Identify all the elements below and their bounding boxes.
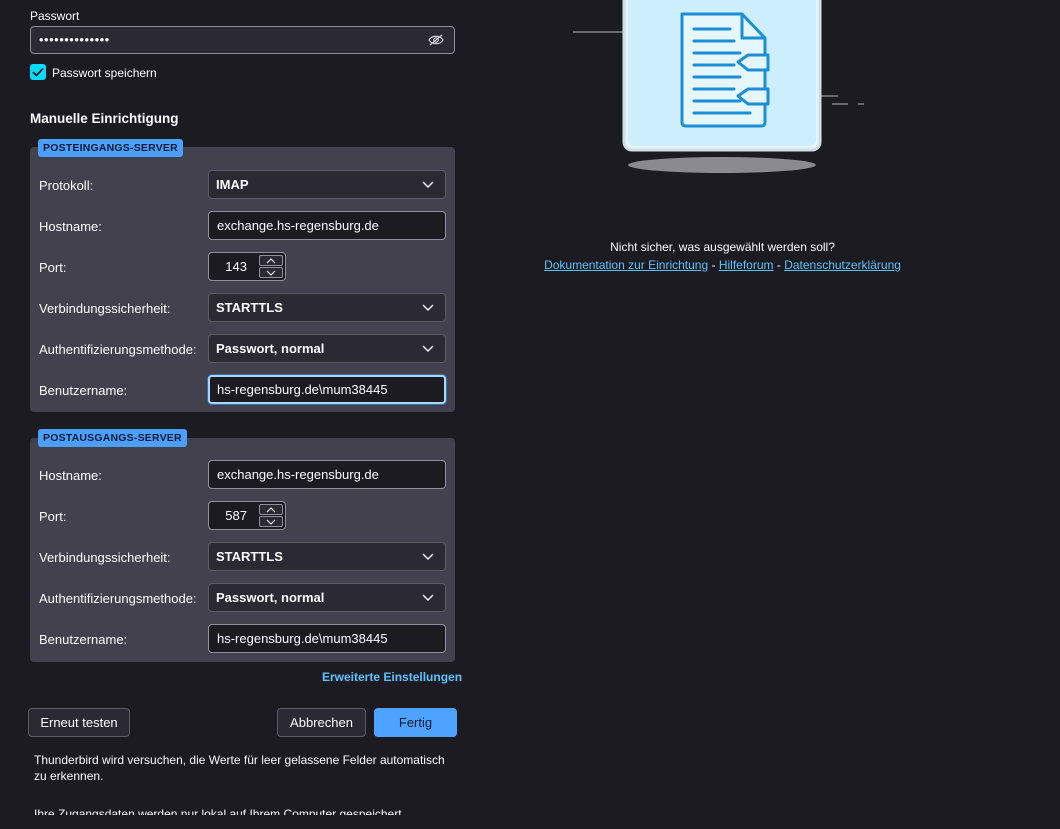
link-separator: - — [773, 258, 785, 272]
chevron-down-icon — [422, 181, 434, 188]
incoming-protocol-label: Protokoll: — [39, 178, 94, 193]
outgoing-auth-label: Authentifizierungsmethode: — [39, 591, 197, 606]
port-decrement-button[interactable] — [259, 267, 283, 278]
outgoing-port-value: 587 — [225, 508, 247, 523]
outgoing-security-label: Verbindungssicherheit: — [39, 550, 171, 565]
outgoing-auth-value: Passwort, normal — [216, 590, 325, 605]
chevron-down-icon — [422, 594, 434, 601]
cancel-button[interactable]: Abbrechen — [277, 708, 366, 737]
password-field[interactable]: •••••••••••••• — [30, 26, 455, 54]
outgoing-username-input[interactable]: hs-regensburg.de\mum38445 — [208, 624, 446, 653]
incoming-server-badge: POSTEINGANGS-SERVER — [38, 139, 183, 157]
outgoing-hostname-label: Hostname: — [39, 468, 102, 483]
incoming-username-input[interactable]: hs-regensburg.de\mum38445 — [208, 375, 446, 404]
chevron-down-icon — [266, 270, 276, 276]
incoming-port-input[interactable]: 143 — [208, 252, 286, 281]
help-forum-link[interactable]: Hilfeforum — [719, 258, 774, 272]
chevron-down-icon — [266, 519, 276, 525]
chevron-down-icon — [422, 345, 434, 352]
port-increment-button[interactable] — [259, 504, 283, 515]
save-password-label[interactable]: Passwort speichern — [52, 66, 157, 80]
save-password-checkbox[interactable] — [30, 64, 46, 80]
privacy-policy-link[interactable]: Datenschutzerklärung — [784, 258, 901, 272]
incoming-hostname-value: exchange.hs-regensburg.de — [217, 218, 379, 233]
incoming-auth-value: Passwort, normal — [216, 341, 325, 356]
chevron-up-icon — [266, 506, 276, 512]
manual-setup-title: Manuelle Einrichtigung — [30, 111, 179, 126]
incoming-port-value: 143 — [225, 259, 247, 274]
incoming-port-label: Port: — [39, 260, 67, 275]
outgoing-security-value: STARTTLS — [216, 549, 283, 564]
incoming-username-label: Benutzername: — [39, 383, 128, 398]
incoming-hostname-input[interactable]: exchange.hs-regensburg.de — [208, 211, 446, 240]
incoming-security-select[interactable]: STARTTLS — [208, 293, 446, 322]
incoming-security-value: STARTTLS — [216, 300, 283, 315]
outgoing-username-label: Benutzername: — [39, 632, 128, 647]
chevron-down-icon — [422, 304, 434, 311]
outgoing-server-badge: POSTAUSGANGS-SERVER — [38, 429, 187, 447]
autodetect-note: Thunderbird wird versuchen, die Werte fü… — [34, 753, 445, 783]
retest-button[interactable]: Erneut testen — [28, 708, 130, 737]
checkmark-icon — [32, 67, 44, 77]
incoming-username-value: hs-regensburg.de\mum38445 — [217, 382, 388, 397]
document-illustration — [573, 0, 864, 173]
chevron-up-icon — [266, 257, 276, 263]
outgoing-hostname-input[interactable]: exchange.hs-regensburg.de — [208, 460, 446, 489]
local-storage-note-text: Ihre Zugangsdaten werden nur lokal auf I… — [34, 807, 405, 815]
outgoing-hostname-value: exchange.hs-regensburg.de — [217, 467, 379, 482]
port-decrement-button[interactable] — [259, 516, 283, 527]
incoming-auth-select[interactable]: Passwort, normal — [208, 334, 446, 363]
outgoing-port-input[interactable]: 587 — [208, 501, 286, 530]
port-increment-button[interactable] — [259, 255, 283, 266]
password-value: •••••••••••••• — [39, 32, 110, 47]
link-separator: - — [708, 258, 719, 272]
eye-slash-icon[interactable] — [428, 33, 444, 47]
incoming-hostname-label: Hostname: — [39, 219, 102, 234]
advanced-settings-link[interactable]: Erweiterte Einstellungen — [322, 670, 462, 684]
incoming-security-label: Verbindungssicherheit: — [39, 301, 171, 316]
chevron-down-icon — [422, 553, 434, 560]
help-question: Nicht sicher, was ausgewählt werden soll… — [610, 240, 835, 254]
done-button[interactable]: Fertig — [374, 708, 457, 737]
password-label: Passwort — [30, 9, 80, 23]
outgoing-port-label: Port: — [39, 509, 67, 524]
help-links: Dokumentation zur Einrichtung - Hilfefor… — [542, 258, 903, 272]
outgoing-security-select[interactable]: STARTTLS — [208, 542, 446, 571]
local-storage-note: Ihre Zugangsdaten werden nur lokal auf I… — [34, 806, 459, 815]
outgoing-auth-select[interactable]: Passwort, normal — [208, 583, 446, 612]
outgoing-username-value: hs-regensburg.de\mum38445 — [217, 631, 388, 646]
documentation-link[interactable]: Dokumentation zur Einrichtung — [544, 258, 708, 272]
incoming-protocol-value: IMAP — [216, 177, 249, 192]
incoming-auth-label: Authentifizierungsmethode: — [39, 342, 197, 357]
incoming-protocol-select[interactable]: IMAP — [208, 170, 446, 199]
